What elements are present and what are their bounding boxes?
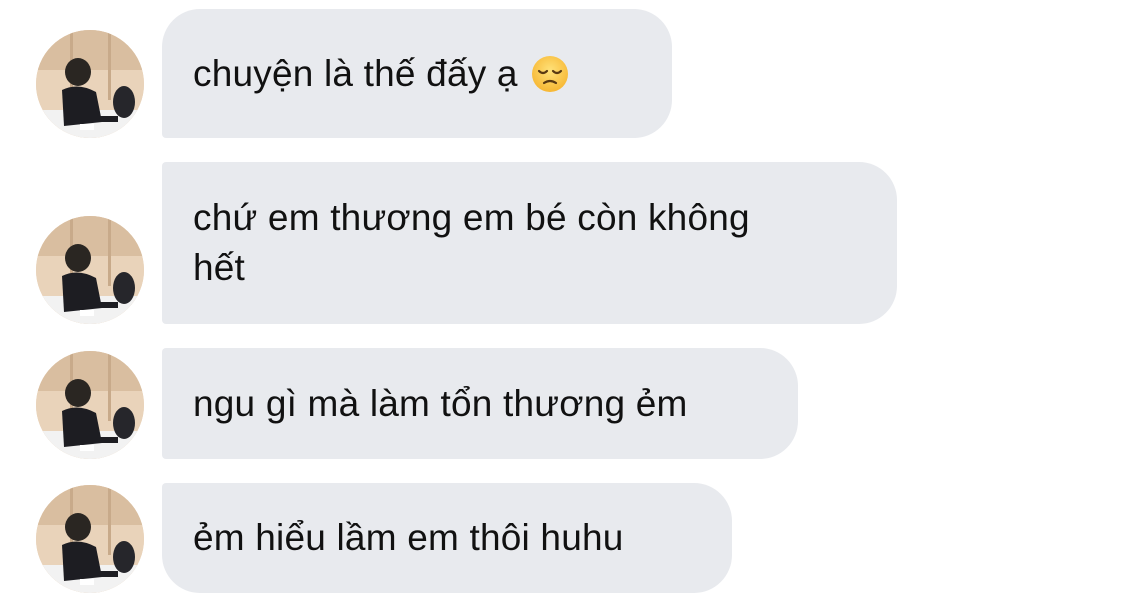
message-bubble[interactable]: ẻm hiểu lầm em thôi huhu [162,483,732,593]
user-avatar-icon[interactable] [36,351,144,459]
user-avatar-icon[interactable] [36,30,144,138]
message-text: chứ em thương em bé còn không hết [193,197,750,288]
message-text: ẻm hiểu lầm em thôi huhu [193,517,624,558]
message-text: ngu gì mà làm tổn thương ẻm [193,382,688,424]
message-bubble[interactable]: chứ em thương em bé còn không hết [162,162,897,324]
message-text: chuyện là thế đấy ạ [193,52,518,94]
disappointed-face-icon [530,54,570,94]
message-bubble[interactable]: ngu gì mà làm tổn thương ẻm [162,348,798,459]
user-avatar-icon[interactable] [36,485,144,593]
user-avatar-icon[interactable] [36,216,144,324]
message-bubble[interactable]: chuyện là thế đấy ạ [162,9,672,138]
